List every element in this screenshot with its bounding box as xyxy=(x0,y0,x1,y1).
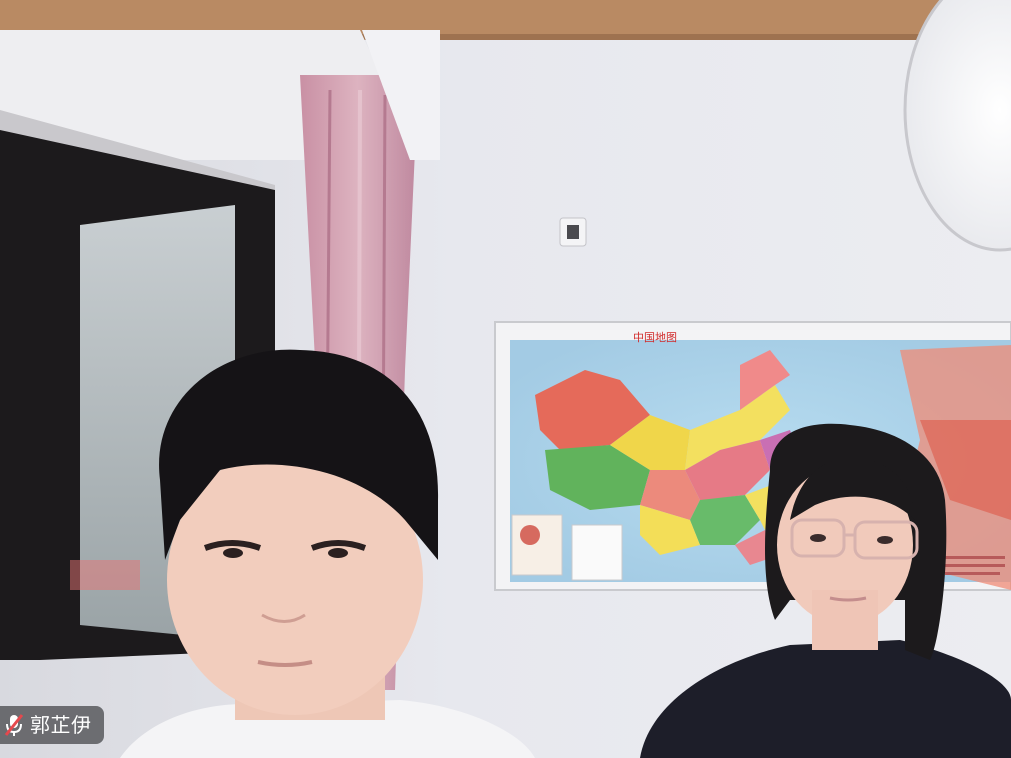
mic-muted-icon xyxy=(4,714,24,736)
video-feed: 中国地图 xyxy=(0,0,1011,758)
participant-name: 郭芷伊 xyxy=(30,713,92,737)
participant-video-tile[interactable]: 中国地图 郭芷伊 xyxy=(0,0,1011,758)
participant-name-tag: 郭芷伊 xyxy=(0,706,104,744)
map-title: 中国地图 xyxy=(633,331,677,344)
